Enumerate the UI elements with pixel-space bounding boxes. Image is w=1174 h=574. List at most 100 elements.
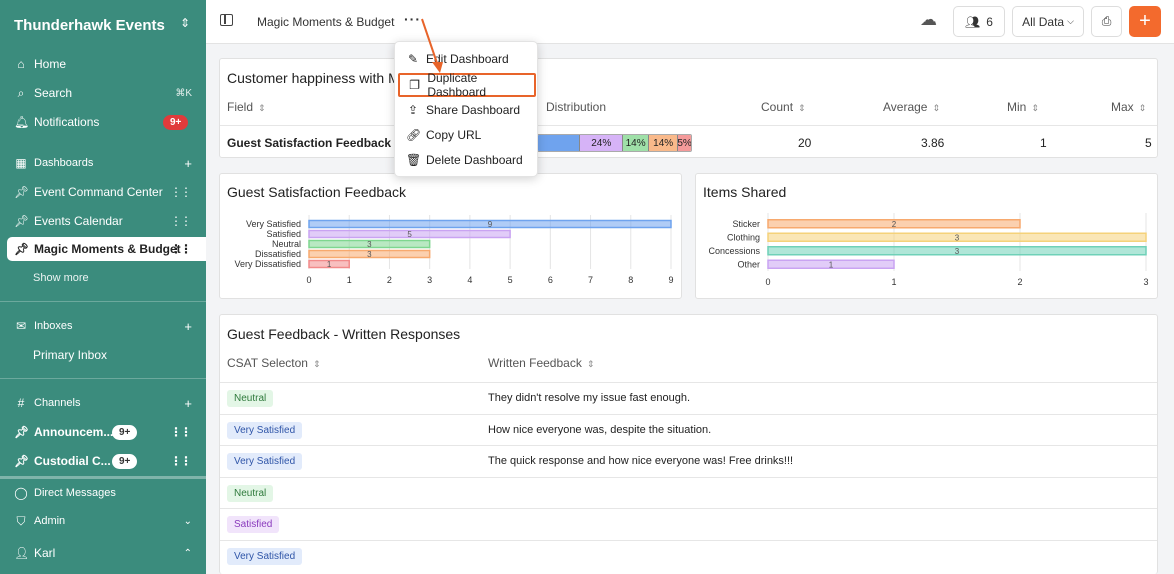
cloud-sync-icon[interactable]: ☁ [920,10,937,30]
column-header[interactable]: Min ⇕ [1007,100,1039,114]
table-row[interactable]: Very Satisfied How nice everyone was, des… [220,413,1157,446]
channel-badge: 9+ [112,453,138,469]
feedback-text: How nice everyone was, despite the situa… [488,423,712,436]
menu-item-copy-url[interactable]: 🔗︎ Copy URL [395,123,539,147]
table-row[interactable]: Very Satisfied The quick response and how… [220,445,1157,477]
channel-badge: 9+ [112,424,138,440]
tick-label: 3 [1143,277,1148,287]
pin-icon: 📌︎ [14,214,30,228]
satisfaction-bar-chart: 0 1 2 3 4 5 6 7 8 9 Very Satisfied 9 Satisfied 5 Neutr… [234,215,674,285]
pin-icon: 📌︎ [14,185,30,199]
category-label: Dissatisfied [255,249,301,259]
members-button[interactable]: 👥︎ 6 [953,6,1005,37]
column-header[interactable]: Average ⇕ [883,100,940,114]
sidebar-item-channel[interactable]: 📌︎ Custodial C... 9+ ⋮⋮ [0,449,206,473]
csat-tag: Very Satisfied [227,453,303,471]
column-header[interactable]: Written Feedback ⇕ [488,356,594,370]
sidebar-header-channels[interactable]: # Channels + [0,391,206,415]
sidebar-item-label: Karl [34,546,56,560]
divider [0,378,206,379]
chevron-down-icon: ⌵ [1067,16,1074,26]
sidebar-item-direct-messages[interactable]: ◯ Direct Messages [0,481,206,505]
csat-tag: Very Satisfied [227,548,303,565]
sidebar-item-notifications[interactable]: 🔔︎ Notifications 9+ [0,110,206,134]
csat-tag: Neutral [227,484,274,502]
filter-label: All Data [1022,14,1065,29]
annotation-arrow [421,18,443,73]
data-filter-select[interactable]: All Data ⌵ [1012,6,1084,37]
scrollbar[interactable] [0,476,206,479]
sidebar-item-dashboard[interactable]: 📌︎ Events Calendar ⋮⋮ [0,209,206,233]
menu-item-label: Copy URL [426,128,482,142]
add-button[interactable]: + [1129,6,1161,37]
search-shortcut: ⌘K [175,87,192,99]
sidebar-item-primary-inbox[interactable]: Primary Inbox [0,343,206,367]
tick-label: 4 [467,275,472,285]
table-row[interactable]: Very Satisfied [220,540,1157,572]
feedback-card: Guest Feedback - Written Responses CSAT … [219,314,1158,574]
table-row[interactable]: Neutral They didn't resolve my issue fast… [220,382,1157,414]
arrow-line [421,18,439,67]
drag-handle-icon[interactable]: ⋮⋮ [170,425,192,439]
data-label: 5 [407,230,412,239]
copy-icon: ❐ [409,78,421,92]
sidebar-header-dashboards[interactable]: ▦ Dashboards + [0,151,206,175]
sidebar-item-label: Search [34,86,73,100]
distribution-segment: 5% [677,135,691,151]
drag-handle-icon[interactable]: ⋮⋮ [170,214,192,228]
members-count: 6 [986,14,993,29]
column-header[interactable]: CSAT Selecton ⇕ [227,356,320,370]
sidebar-item-admin[interactable]: ⛉ Admin ⌄ [0,509,206,533]
csat-tag: Very Satisfied [227,421,303,439]
sidebar-item-search[interactable]: ⌕ Search ⌘K [0,81,206,105]
table-row[interactable]: Satisfied [220,508,1157,540]
feedback-text: The quick response and how nice everyone… [488,455,794,468]
divider [220,125,1157,126]
tick-label: 8 [628,275,633,285]
csat-tag: Neutral [227,390,274,407]
sidebar-header-label: Dashboards [34,157,94,169]
data-label: 9 [488,220,493,229]
add-inbox-icon[interactable]: + [184,319,192,334]
drag-handle-icon[interactable]: ⋮⋮ [170,185,192,199]
add-dashboard-icon[interactable]: + [184,156,192,171]
users-icon: 👥︎ [965,14,981,29]
sidebar-toggle-icon[interactable] [220,14,233,26]
sidebar-item-dashboard-active[interactable]: 📌︎ Magic Moments & Budget ⋮⋮ [7,237,206,261]
sidebar-item-dashboard[interactable]: 📌︎ Event Command Center ⋮⋮ [0,180,206,204]
hash-icon: # [17,396,25,410]
column-header[interactable]: Max ⇕ [1111,100,1146,114]
show-more-link[interactable]: Show more [0,266,206,290]
workspace-name[interactable]: Thunderhawk Events [14,17,165,34]
tick-label: 0 [306,275,311,285]
menu-item-duplicate[interactable]: ❐ Duplicate Dashboard [398,71,536,99]
max-value: 5 [1145,136,1152,150]
sidebar-item-user[interactable]: 👤︎ Karl ⌃ [0,541,206,565]
table-row[interactable]: Neutral [220,476,1157,509]
sidebar-item-channel[interactable]: 📌︎ Announcem... 9+ ⋮⋮ [0,420,206,444]
category-label: Other [737,259,760,269]
drag-handle-icon[interactable]: ⋮⋮ [170,242,192,256]
menu-item-share[interactable]: ⇪ Share Dashboard [395,98,539,122]
column-header[interactable]: Field ⇕ [227,100,266,114]
workspace-switcher-icon[interactable]: ⇕ [180,16,190,30]
add-channel-icon[interactable]: + [184,396,192,411]
tick-label: 5 [508,275,513,285]
sidebar-header-inboxes[interactable]: ✉ Inboxes + [0,314,206,338]
category-label: Very Dissatisfied [234,259,301,269]
tick-label: 3 [427,275,432,285]
chevron-down-icon[interactable]: ⌄ [184,516,192,527]
column-header[interactable]: Distribution [546,100,606,114]
sidebar-item-label: Announcem... [34,425,114,439]
drag-handle-icon[interactable]: ⋮⋮ [170,454,192,468]
menu-item-delete[interactable]: 🗑︎ Delete Dashboard [395,148,539,172]
column-header[interactable]: Count ⇕ [761,100,806,114]
sort-icon: ⇕ [1031,103,1039,113]
sidebar-item-home[interactable]: ⌂ Home [0,52,206,76]
chevron-up-icon[interactable]: ⌃ [184,548,192,559]
pin-icon: 📌︎ [14,454,30,468]
summary-card: Customer happiness with M Field ⇕ Distrib… [219,58,1158,158]
category-label: Neutral [272,239,301,249]
print-button[interactable]: ⎙ [1091,6,1122,37]
sidebar-item-label: Event Command Center [34,185,163,199]
